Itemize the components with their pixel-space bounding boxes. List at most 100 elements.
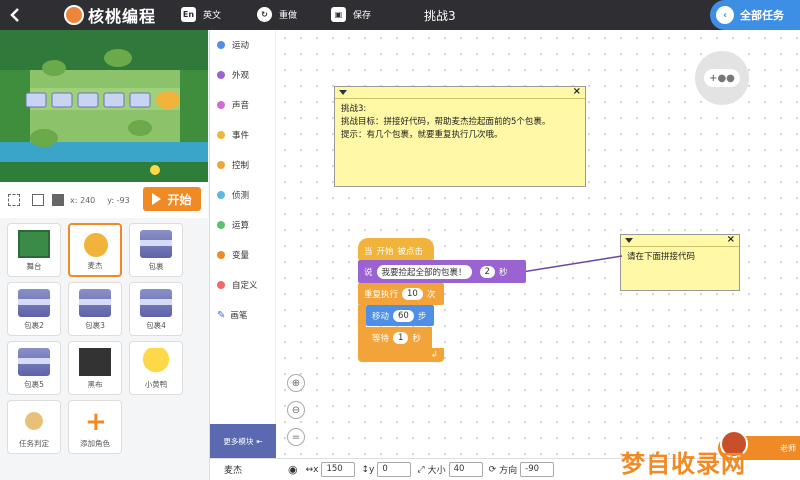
block-text: 次 bbox=[426, 290, 436, 300]
block-text: 开始 bbox=[376, 247, 394, 257]
wait-seconds-input[interactable]: 1 bbox=[393, 331, 409, 344]
category-label: 运算 bbox=[232, 221, 250, 231]
move-steps-input[interactable]: 60 bbox=[393, 309, 414, 322]
hint-note[interactable]: × 请在下面拼接代码 bbox=[620, 234, 740, 291]
wait-block[interactable]: 等待 1 秒 bbox=[366, 327, 432, 348]
challenge-note[interactable]: × 挑战3: 挑战目标：拼接好代码，帮助麦杰捡起面前的5个包裹。 提示：有几个包… bbox=[334, 86, 586, 187]
sprite-label: 包裹3 bbox=[85, 321, 105, 330]
resize-icon: ⤢ bbox=[417, 464, 425, 475]
zoom-out-button[interactable]: ⊖ bbox=[287, 401, 305, 419]
start-label: 开始 bbox=[167, 192, 192, 207]
redo-button[interactable]: ↻ 重做 bbox=[257, 7, 297, 22]
category-motion[interactable]: 运动 bbox=[217, 39, 249, 51]
category-events[interactable]: 事件 bbox=[217, 129, 249, 141]
sprite-maijie[interactable]: 麦杰 bbox=[68, 223, 122, 277]
sprite-duck[interactable]: 小黄鸭 bbox=[129, 341, 183, 395]
top-bar: 核桃编程 En 英文 ↻ 重做 ▣ 保存 挑战3 ‹ 全部任务 bbox=[0, 0, 800, 30]
repeat-count-input[interactable]: 10 bbox=[402, 288, 423, 300]
category-label: 外观 bbox=[232, 71, 250, 81]
sprite-label: 包裹5 bbox=[24, 380, 44, 389]
current-sprite-name: 麦杰 bbox=[224, 466, 243, 476]
sprite-list: 舞台 麦杰 包裹 包裹2 包裹3 包裹4 包裹5 黑布 小黄鸭 任务判定 + 添… bbox=[0, 218, 208, 480]
collapse-icon[interactable] bbox=[625, 238, 633, 243]
events-dot-icon bbox=[217, 131, 225, 139]
direction-label: 方向 bbox=[499, 466, 518, 476]
large-stage-icon[interactable] bbox=[52, 194, 64, 206]
motion-dot-icon bbox=[217, 41, 225, 49]
gamepad-button[interactable]: +●● bbox=[695, 51, 749, 105]
save-label: 保存 bbox=[353, 11, 372, 21]
sprite-task-judge[interactable]: 任务判定 bbox=[7, 400, 61, 454]
category-looks[interactable]: 外观 bbox=[217, 69, 249, 81]
block-text: 秒 bbox=[498, 267, 508, 278]
category-variables[interactable]: 变量 bbox=[217, 249, 249, 261]
stage-canvas[interactable] bbox=[0, 30, 208, 182]
say-text-input[interactable]: 我要捡起全部的包裹！ bbox=[376, 264, 472, 279]
sprite-label: 麦杰 bbox=[87, 261, 103, 270]
save-button[interactable]: ▣ 保存 bbox=[331, 7, 371, 22]
sprite-box3[interactable]: 包裹3 bbox=[68, 282, 122, 336]
say-block[interactable]: 说 我要捡起全部的包裹！ 2 秒 bbox=[358, 260, 526, 283]
more-blocks-label: 更多模块 bbox=[223, 436, 254, 446]
note-line: 挑战3: bbox=[341, 104, 367, 114]
note-body: 请在下面拼接代码 bbox=[627, 252, 696, 262]
block-categories: 运动 外观 声音 事件 控制 侦测 运算 变量 自定义 ✎ 画笔 bbox=[210, 30, 276, 424]
custom-dot-icon bbox=[217, 281, 225, 289]
category-sensing[interactable]: 侦测 bbox=[217, 189, 249, 201]
category-custom[interactable]: 自定义 bbox=[217, 279, 258, 291]
block-text: 移动 bbox=[372, 311, 390, 322]
teacher-label: 老师 bbox=[780, 443, 796, 453]
direction-input[interactable]: -90 bbox=[520, 462, 555, 477]
pen-icon: ✎ bbox=[217, 309, 226, 321]
sound-dot-icon bbox=[217, 101, 225, 109]
language-icon: En bbox=[181, 7, 196, 22]
category-sound[interactable]: 声音 bbox=[217, 99, 249, 111]
repeat-block[interactable]: 重复执行 10 次 bbox=[358, 283, 444, 305]
say-seconds-input[interactable]: 2 bbox=[479, 265, 495, 278]
close-icon[interactable]: × bbox=[573, 86, 581, 97]
size-input[interactable]: 40 bbox=[448, 462, 483, 477]
category-label: 自定义 bbox=[232, 281, 258, 291]
visibility-eye-icon[interactable]: ◉ bbox=[288, 463, 298, 476]
collapse-icon[interactable] bbox=[339, 90, 347, 95]
walnut-logo-icon bbox=[64, 5, 84, 25]
sprite-box5[interactable]: 包裹5 bbox=[7, 341, 61, 395]
sprite-label: 黑布 bbox=[87, 380, 103, 389]
back-button[interactable] bbox=[0, 0, 30, 30]
variables-dot-icon bbox=[217, 251, 225, 259]
chevron-left-icon bbox=[10, 8, 19, 22]
block-text: 秒 bbox=[412, 333, 421, 344]
sprite-label: 包裹2 bbox=[24, 321, 44, 330]
zoom-reset-button[interactable]: = bbox=[287, 428, 305, 446]
more-blocks-button[interactable]: 更多模块 ⇤ bbox=[210, 424, 276, 458]
when-start-clicked-block[interactable]: 当 开始 被点击 bbox=[358, 238, 434, 260]
category-pen[interactable]: ✎ 画笔 bbox=[217, 309, 247, 322]
equals-icon: = bbox=[291, 431, 301, 443]
box-thumbnail bbox=[79, 289, 111, 317]
sprite-box4[interactable]: 包裹4 bbox=[129, 282, 183, 336]
sprite-black-cloth[interactable]: 黑布 bbox=[68, 341, 122, 395]
add-sprite-button[interactable]: + 添加角色 bbox=[68, 400, 122, 454]
x-input[interactable]: 150 bbox=[321, 462, 356, 477]
block-text: 当 bbox=[364, 247, 373, 257]
category-operators[interactable]: 运算 bbox=[217, 219, 249, 231]
start-button[interactable]: 开始 bbox=[143, 187, 201, 211]
loop-arrow-icon: ↲ bbox=[430, 350, 438, 360]
watermark: 梦自收录网 bbox=[621, 450, 746, 478]
y-input[interactable]: 0 bbox=[377, 462, 412, 477]
sprite-box2[interactable]: 包裹2 bbox=[7, 282, 61, 336]
small-stage-icon[interactable] bbox=[32, 194, 44, 206]
fullscreen-icon[interactable] bbox=[8, 194, 20, 206]
zoom-in-button[interactable]: ⊕ bbox=[287, 374, 305, 392]
close-icon[interactable]: × bbox=[727, 234, 735, 245]
flag-thumbnail bbox=[18, 407, 50, 435]
english-toggle-button[interactable]: En 英文 bbox=[181, 7, 221, 22]
sprite-box[interactable]: 包裹 bbox=[129, 223, 183, 277]
expand-icon: ⇤ bbox=[256, 436, 263, 446]
sprite-stage[interactable]: 舞台 bbox=[7, 223, 61, 277]
black-cloth-thumbnail bbox=[79, 348, 111, 376]
all-tasks-button[interactable]: ‹ 全部任务 bbox=[710, 0, 800, 30]
move-block[interactable]: 移动 60 步 bbox=[366, 305, 434, 326]
category-control[interactable]: 控制 bbox=[217, 159, 249, 171]
sprite-label: 包裹4 bbox=[146, 321, 166, 330]
